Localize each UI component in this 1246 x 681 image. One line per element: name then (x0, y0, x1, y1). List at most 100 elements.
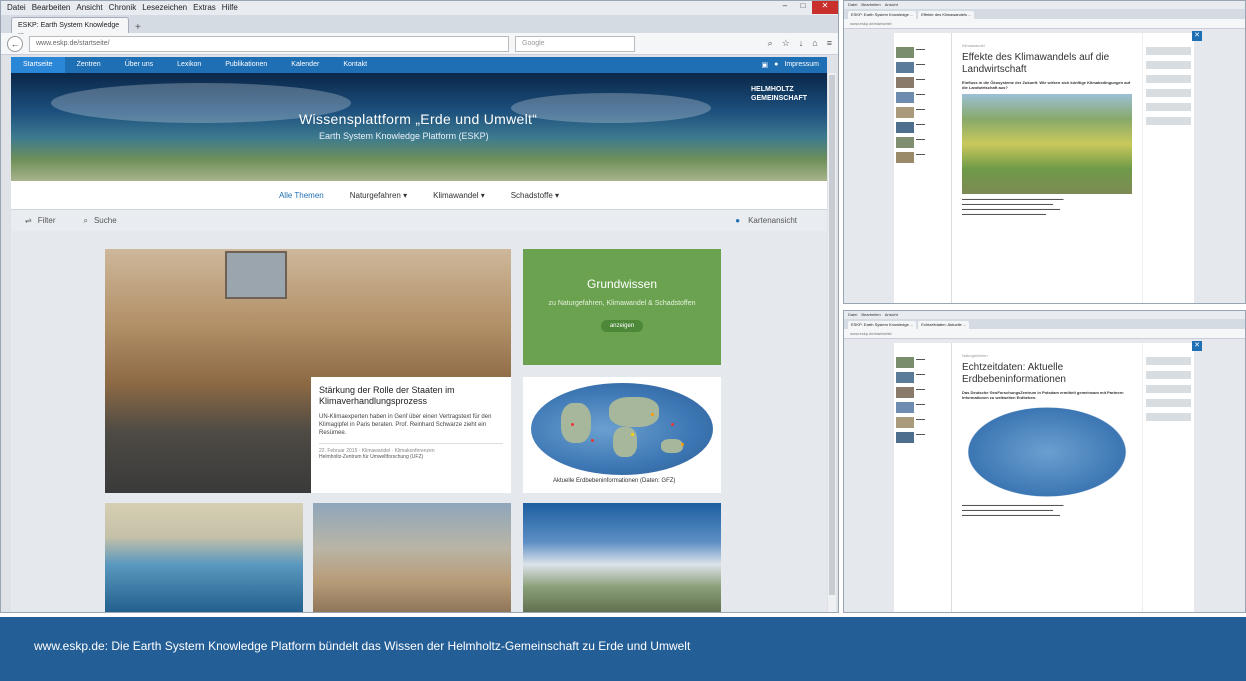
search-input[interactable]: Google (515, 35, 635, 52)
menu-ansicht[interactable]: Ansicht (885, 2, 898, 8)
menu-extras[interactable]: Extras (193, 3, 216, 13)
farmland-image (962, 94, 1132, 194)
map-view-button[interactable]: ● Kartenansicht (735, 216, 827, 225)
scrollbar-thumb[interactable] (829, 75, 835, 595)
tab-strip: ESKP: Earth System Knowledge ... + (1, 15, 838, 36)
globe-icon: ● (735, 216, 741, 225)
maximize-button[interactable]: □ (794, 1, 812, 14)
menu-bearbeiten[interactable]: Bearbeiten (861, 312, 880, 318)
content-grid: Stärkung der Rolle der Staaten im Klimav… (11, 231, 827, 612)
browser-tab[interactable]: ESKP: Earth System Knowledge ... (848, 11, 917, 19)
download-icon[interactable]: ↓ (799, 38, 804, 49)
list-item[interactable]: ▬▬▬ (896, 417, 949, 428)
browser-tab[interactable]: Effekte des Klimawandels ... (918, 11, 975, 19)
list-item[interactable]: ▬▬▬ (896, 92, 949, 103)
mountain-city-image-card[interactable] (523, 503, 721, 612)
browser-tab[interactable]: ESKP: Earth System Knowledge ... (848, 321, 917, 329)
anzeigen-button[interactable]: anzeigen (600, 320, 644, 332)
menu-datei[interactable]: Datei (848, 2, 857, 8)
impressum-link[interactable]: Impressum (784, 61, 819, 69)
feature-description: UN-Klimaexperten haben in Genf über eine… (319, 414, 492, 436)
filter-button[interactable]: ⇌ Filter (11, 216, 69, 225)
list-item[interactable]: ▬▬▬ (896, 152, 949, 163)
tool-row: ⇌ Filter ⌕ Suche ● Kartenansicht (11, 209, 827, 231)
list-item[interactable]: ▬▬▬ (896, 137, 949, 148)
browser-tab[interactable]: ESKP: Earth System Knowledge ... (11, 17, 129, 36)
filter-schadstoffe[interactable]: Schadstoffe ▾ (511, 191, 559, 200)
close-button[interactable]: ✕ (812, 1, 838, 14)
search-button[interactable]: ⌕ Suche (69, 216, 130, 226)
grundwissen-card[interactable]: Grundwissen zu Naturgefahren, Klimawande… (523, 249, 721, 365)
article-title: Effekte des Klimawandels auf die Landwir… (962, 52, 1110, 75)
nav-ueber-uns[interactable]: Über uns (113, 57, 165, 73)
feature-meta: 22. Februar 2015 · Klimawandel · Klimako… (319, 443, 503, 454)
article-text: ▬▬▬▬▬▬▬▬▬▬▬▬▬▬▬▬▬▬▬▬▬▬▬▬▬▬▬▬▬ ▬▬▬▬▬▬▬▬▬▬… (962, 503, 1064, 517)
article-body: Klimawandel Effekte des Klimawandels auf… (952, 33, 1142, 303)
menu-bearbeiten[interactable]: Bearbeiten (32, 3, 71, 13)
filter-alle-themen[interactable]: Alle Themen (279, 191, 324, 200)
list-item[interactable]: ▬▬▬ (896, 402, 949, 413)
list-item[interactable]: ▬▬▬ (896, 432, 949, 443)
list-item[interactable]: ▬▬▬ (896, 62, 949, 73)
article-kicker: Klimawandel (962, 43, 985, 48)
earthquake-map-card[interactable]: Aktuelle Erdbebeninformationen (Daten: G… (523, 377, 721, 493)
url-bar[interactable]: www.eskp.de/startseite/ (844, 329, 1245, 339)
ocean-image-card[interactable] (105, 503, 303, 612)
list-item[interactable]: ▬▬▬ (896, 357, 949, 368)
nav-startseite[interactable]: Startseite (11, 57, 65, 73)
filter-klimawandel[interactable]: Klimawandel ▾ (433, 191, 485, 200)
menu-datei[interactable]: Datei (7, 3, 26, 13)
article-list: ▬▬▬ ▬▬▬ ▬▬▬ ▬▬▬ ▬▬▬ ▬▬▬ ▬▬▬ ▬▬▬ (894, 33, 952, 303)
article-lead: Einfluss in die Ökosysteme der Zukunft. … (962, 80, 1131, 90)
menu-ansicht[interactable]: Ansicht (76, 3, 102, 13)
article-body: Naturgefahren Echtzeitdaten: Aktuelle Er… (952, 343, 1142, 612)
url-bar[interactable]: www.eskp.de/startseite/ (844, 19, 1245, 29)
world-map-image (531, 383, 713, 475)
nav-kontakt[interactable]: Kontakt (331, 57, 379, 73)
list-item[interactable]: ▬▬▬ (896, 372, 949, 383)
menu-datei[interactable]: Datei (848, 312, 857, 318)
menu-lesezeichen[interactable]: Lesezeichen (142, 3, 187, 13)
nav-lexikon[interactable]: Lexikon (165, 57, 213, 73)
bookmark-star-icon[interactable]: ☆ (782, 38, 790, 49)
search-icon: ⌕ (83, 215, 88, 225)
scrollbar[interactable] (828, 73, 836, 612)
close-icon[interactable]: ✕ (1192, 31, 1202, 41)
list-item[interactable]: ▬▬▬ (896, 122, 949, 133)
helmholtz-logo[interactable]: HELMHOLTZ GEMEINSCHAFT (751, 85, 807, 103)
feature-source: Helmholtz-Zentrum für Umweltforschung (U… (319, 454, 424, 460)
grundwissen-title: Grundwissen (586, 277, 658, 291)
minimize-button[interactable]: – (776, 1, 794, 14)
list-item[interactable]: ▬▬▬ (896, 387, 949, 398)
toolbar-icons: ⌕ ☆ ↓ ⌂ ≡ (768, 38, 832, 49)
feature-card[interactable]: Stärkung der Rolle der Staaten im Klimav… (105, 249, 511, 493)
list-item[interactable]: ▬▬▬ (896, 47, 949, 58)
feature-title: Stärkung der Rolle der Staaten im Klimav… (319, 385, 455, 406)
conference-screen-image (225, 251, 287, 299)
home-icon[interactable]: ⌂ (812, 38, 817, 49)
article-lead: Das Deutsche GeoForschungsZentrum in Pot… (962, 390, 1124, 400)
logo-text: GEMEINSCHAFT (751, 95, 807, 102)
social-icon[interactable]: ▣ (762, 61, 769, 69)
list-item[interactable]: ▬▬▬ (896, 77, 949, 88)
nav-zentren[interactable]: Zentren (65, 57, 113, 73)
menu-hilfe[interactable]: Hilfe (222, 3, 238, 13)
url-bar[interactable]: www.eskp.de/startseite/ (29, 35, 509, 52)
menu-bearbeiten[interactable]: Bearbeiten (861, 2, 880, 8)
filter-naturgefahren[interactable]: Naturgefahren ▾ (350, 191, 407, 200)
menu-chronik[interactable]: Chronik (109, 3, 137, 13)
new-tab-icon[interactable]: + (129, 22, 147, 33)
browser-tab[interactable]: Echtzeitdaten: Aktuelle ... (918, 321, 970, 329)
nav-kalender[interactable]: Kalender (279, 57, 331, 73)
search-icon[interactable]: ⌕ (768, 38, 773, 49)
menu-ansicht[interactable]: Ansicht (885, 312, 898, 318)
close-icon[interactable]: ✕ (1192, 341, 1202, 351)
menu-icon[interactable]: ≡ (827, 38, 832, 49)
filter-icon: ⇌ (25, 216, 32, 225)
field-station-image-card[interactable] (313, 503, 511, 612)
map-caption: Aktuelle Erdbebeninformationen (Daten: G… (553, 478, 676, 484)
list-item[interactable]: ▬▬▬ (896, 107, 949, 118)
back-icon[interactable]: ← (7, 35, 23, 52)
social-icon[interactable]: ● (774, 61, 778, 69)
nav-publikationen[interactable]: Publikationen (213, 57, 279, 73)
